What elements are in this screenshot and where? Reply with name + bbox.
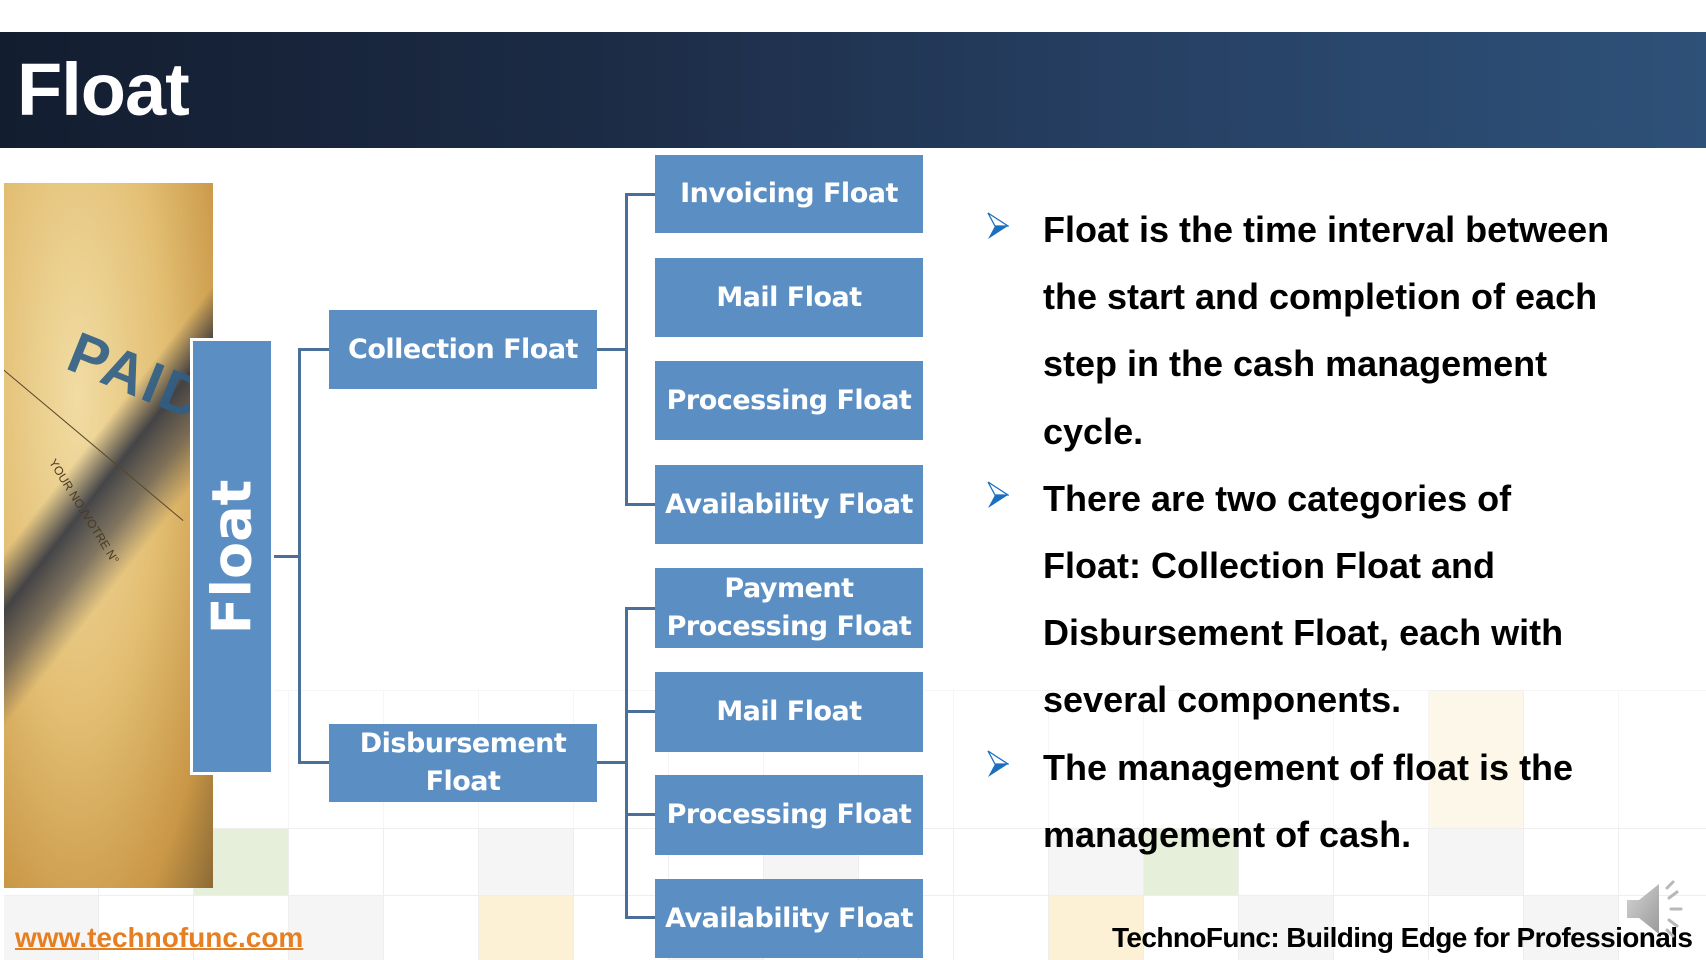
connector-payment-processing [625,607,655,610]
node-processing-float-collection: Processing Float [655,361,923,440]
node-availability-float-collection: Availability Float [655,465,923,544]
bullet-line: Float: Collection Float and [1043,545,1495,587]
node-collection-float-label: Collection Float [348,333,578,365]
bullet-line: the start and completion of each [1043,276,1598,318]
speaker-icon[interactable] [1625,880,1691,938]
connector-disbursement-stub [597,761,627,764]
node-mail-float-collection-label: Mail Float [716,281,862,313]
website-link[interactable]: www.technofunc.com [15,922,303,954]
bullet-line: step in the cash management [1043,343,1548,385]
node-payment-processing-line1: Payment [724,573,854,604]
node-availability-float-disbursement: Availability Float [655,879,923,958]
photo-form-text: YOUR NO./VOTRE N° [46,456,122,567]
node-float-root: Float [190,338,274,775]
node-payment-processing-float: Payment Processing Float [655,568,923,648]
bullet-line: There are two categories of [1043,477,1512,519]
connector-availability-1 [625,503,655,506]
background-tile [289,828,384,895]
connector-invoicing [625,193,655,196]
connector-to-collection [298,348,329,351]
connector-collection-vertical [625,193,628,506]
bullet-line: management of cash. [1043,813,1412,855]
background-tile [384,895,479,960]
title-banner: Float [0,32,1706,148]
node-availability-float-collection-label: Availability Float [665,488,913,520]
paid-invoice-photo: PAID YOUR NO./VOTRE N° [4,183,213,888]
connector-root-stub [274,555,300,558]
bullet-line: several components. [1043,679,1402,721]
bullet-item: The management of float is the management… [984,734,1684,868]
background-tile [479,828,574,895]
connector-processing-2 [625,813,655,816]
node-mail-float-disbursement-label: Mail Float [716,696,862,727]
node-collection-float: Collection Float [329,310,597,389]
node-disbursement-float-line1: Disbursement [359,728,567,759]
arrowhead-bullet-icon [987,481,1009,508]
node-processing-float-collection-label: Processing Float [666,384,912,416]
bullet-line: cycle. [1043,410,1144,452]
node-processing-float-disbursement-label: Processing Float [666,799,912,830]
bullet-item: There are two categories of Float: Collec… [984,465,1684,734]
background-tile [384,828,479,895]
bullet-line: The management of float is the [1043,746,1574,788]
arrowhead-bullet-icon [987,212,1009,239]
node-float-root-label: Float [200,479,263,634]
background-tile [954,895,1049,960]
node-mail-float-collection: Mail Float [655,258,923,337]
footer-tagline: TechnoFunc: Building Edge for Profession… [1112,922,1693,953]
speaker-icon-graphic [1627,880,1683,938]
node-payment-processing-line2: Processing Float [666,611,912,642]
background-tile [479,895,574,960]
bullet-item: Float is the time interval between the st… [984,196,1684,465]
connector-availability-2 [625,916,655,919]
bullet-line: Float is the time interval between [1043,209,1610,250]
node-availability-float-disbursement-label: Availability Float [665,902,913,934]
connector-root-vertical [298,348,301,764]
node-processing-float-disbursement: Processing Float [655,775,923,855]
node-invoicing-float-label: Invoicing Float [680,178,898,209]
node-disbursement-float-line2: Float [425,766,501,797]
connector-mail-2 [625,710,655,713]
node-invoicing-float: Invoicing Float [655,155,923,233]
bullet-line: Disbursement Float, each with [1043,612,1564,654]
connector-collection-stub [597,348,627,351]
connector-to-disbursement [298,761,329,764]
connector-disbursement-vertical [625,607,628,919]
slide-title: Float [17,48,190,131]
arrowhead-bullet-icon [987,750,1009,777]
bullet-list: Float is the time interval between the st… [984,196,1684,868]
node-mail-float-disbursement: Mail Float [655,672,923,752]
node-disbursement-float: Disbursement Float [329,724,597,802]
